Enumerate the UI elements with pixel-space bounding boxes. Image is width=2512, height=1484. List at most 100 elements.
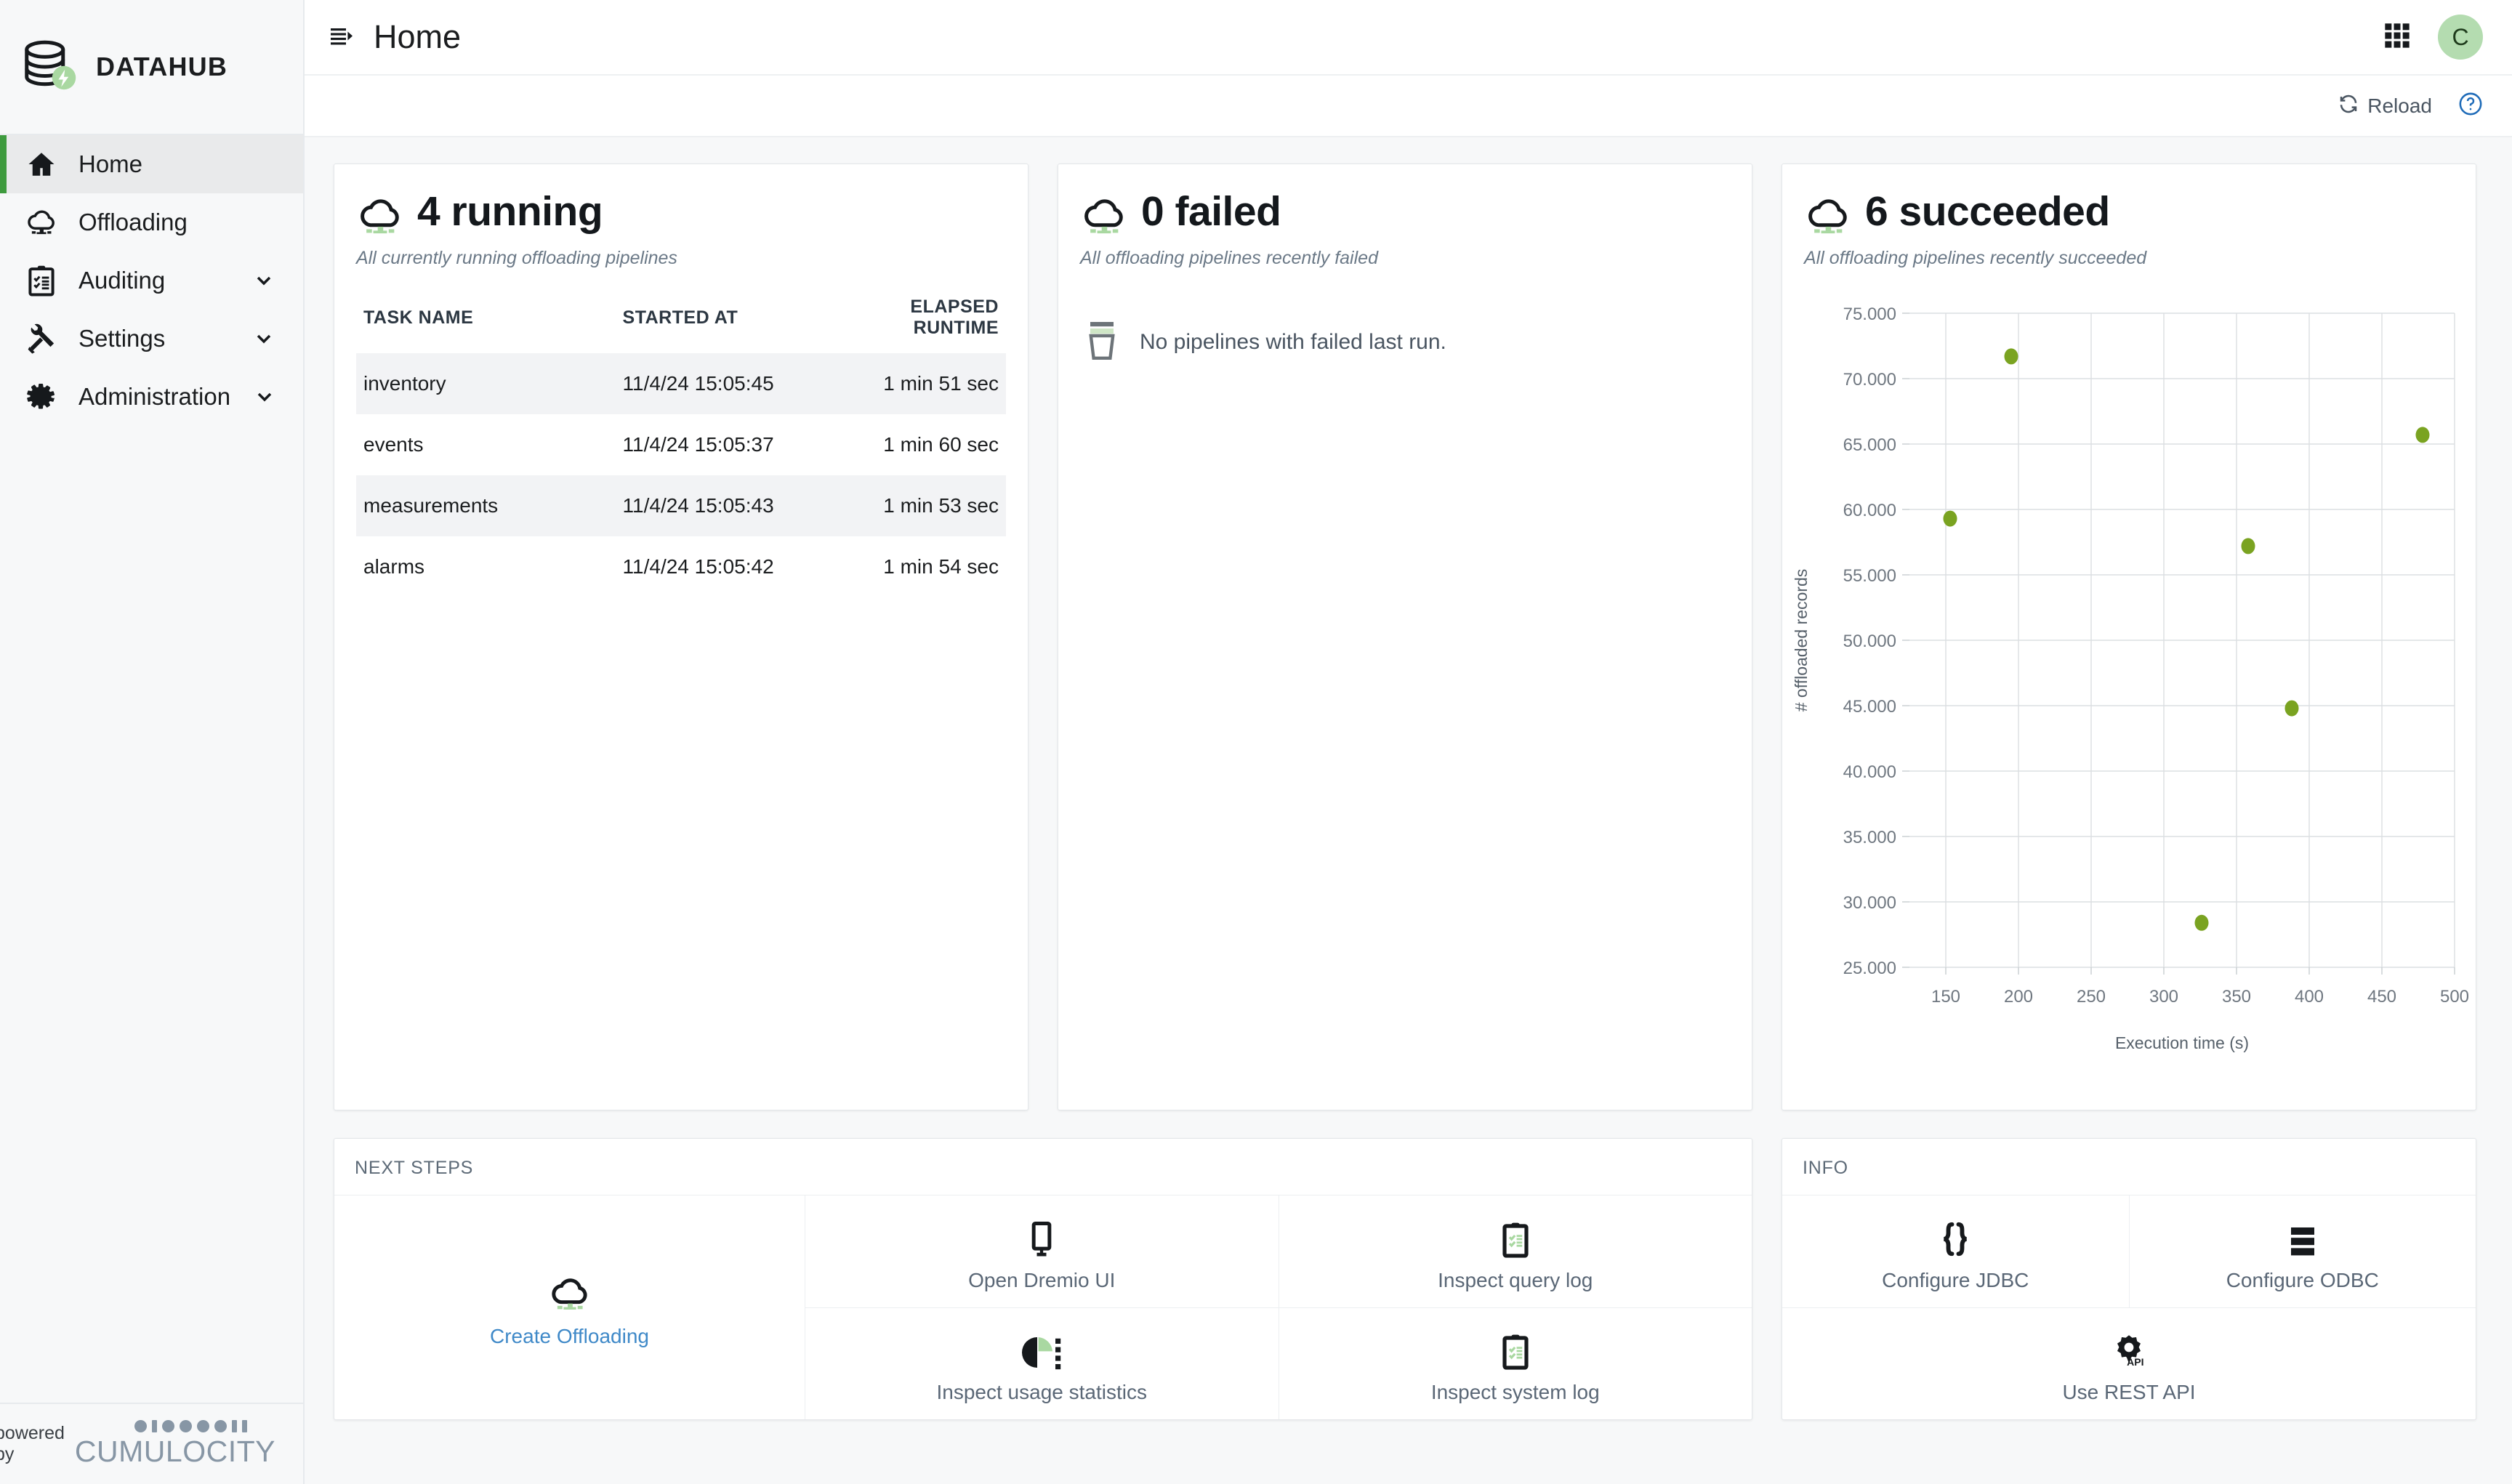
open-dremio-ui-tile[interactable]: Open Dremio UI (805, 1195, 1279, 1308)
tools-icon (25, 322, 58, 355)
running-subtitle: All currently running offloading pipelin… (356, 248, 1006, 269)
scatter-point[interactable] (2416, 427, 2430, 443)
y-axis-tick-label: 35.000 (1843, 828, 1896, 847)
succeeded-pipelines-card: 6 succeeded All offloading pipelines rec… (1782, 164, 2476, 1110)
failed-empty-text: No pipelines with failed last run. (1140, 330, 1446, 355)
chevron-down-icon[interactable] (249, 269, 278, 292)
clipboard-icon (25, 264, 58, 297)
api-gear-icon: API (2110, 1323, 2148, 1371)
braces-icon (1936, 1211, 1975, 1259)
elapsed-runtime-value: 1 min 51 sec (831, 353, 1006, 414)
stacked-bars-icon (2285, 1211, 2320, 1259)
scatter-point[interactable] (2285, 701, 2299, 717)
task-name-link[interactable]: events (356, 414, 623, 475)
sidebar-item-settings[interactable]: Settings (0, 310, 303, 368)
sidebar-item-label: Offloading (78, 209, 303, 236)
info-tiles-top-row: Configure JDBC Configure ODBC (1782, 1195, 2476, 1308)
gear-icon (25, 380, 58, 414)
running-pipelines-table: TASK NAME STARTED AT ELAPSED RUNTIME inv… (356, 297, 1006, 597)
column-header-started-at: STARTED AT (623, 297, 831, 353)
open-dremio-ui-label: Open Dremio UI (968, 1269, 1115, 1292)
svg-text:API: API (2127, 1356, 2143, 1368)
next-steps-column-1: Open Dremio UI (805, 1195, 1279, 1419)
use-rest-api-tile[interactable]: API Use REST API (1782, 1308, 2476, 1420)
chevron-down-icon[interactable] (251, 385, 278, 408)
info-tiles: Configure JDBC Configure ODBC (1782, 1195, 2476, 1419)
next-steps-panel: NEXT STEPS Create Offloading (334, 1138, 1752, 1420)
started-at-value: 11/4/24 15:05:43 (623, 475, 831, 536)
scatter-point[interactable] (2242, 538, 2255, 554)
x-axis-tick-label: 350 (2222, 987, 2251, 1007)
started-at-value: 11/4/24 15:05:45 (623, 353, 831, 414)
cumulocity-logo: CUMULOCITY (75, 1419, 275, 1469)
next-steps-tiles: Create Offloading Open Dremio UI (334, 1195, 1752, 1419)
avatar[interactable]: C (2438, 15, 2483, 60)
brand-name: DATAHUB (96, 52, 228, 82)
info-tiles-bottom-row: API Use REST API (1782, 1308, 2476, 1420)
next-steps-column-2: Inspect query log (1279, 1195, 1752, 1419)
collapse-sidebar-icon[interactable] (327, 23, 356, 52)
failed-empty-state: No pipelines with failed last run. (1058, 269, 1752, 364)
offloaded-records-scatter-chart: 25.00030.00035.00040.00045.00050.00055.0… (1782, 291, 2477, 1105)
task-name-link[interactable]: alarms (356, 536, 623, 597)
x-axis-tick-label: 450 (2367, 987, 2396, 1007)
sidebar-nav: Home Offloading (0, 135, 303, 426)
next-steps-label: NEXT STEPS (334, 1139, 1752, 1195)
x-axis-title: Execution time (s) (2115, 1033, 2249, 1052)
sidebar-item-offloading[interactable]: Offloading (0, 193, 303, 251)
running-table-wrapper: TASK NAME STARTED AT ELAPSED RUNTIME inv… (334, 269, 1028, 597)
succeeded-subtitle: All offloading pipelines recently succee… (1804, 248, 2454, 269)
table-row[interactable]: inventory 11/4/24 15:05:45 1 min 51 sec (356, 353, 1006, 414)
sidebar-item-auditing[interactable]: Auditing (0, 251, 303, 310)
action-bar: Reload (305, 76, 2512, 137)
table-row[interactable]: measurements 11/4/24 15:05:43 1 min 53 s… (356, 475, 1006, 536)
reload-label: Reload (2367, 94, 2432, 118)
help-circle-icon[interactable] (2458, 92, 2483, 120)
task-name-link[interactable]: measurements (356, 475, 623, 536)
y-axis-tick-label: 60.000 (1843, 501, 1896, 520)
clipboard-check-icon (1498, 1211, 1533, 1259)
configure-jdbc-label: Configure JDBC (1882, 1269, 2029, 1292)
pie-chart-icon (1021, 1323, 1062, 1371)
sidebar-item-home[interactable]: Home (0, 135, 303, 193)
elapsed-runtime-value: 1 min 54 sec (831, 536, 1006, 597)
create-offloading-tile[interactable]: Create Offloading (334, 1195, 805, 1419)
powered-by-footer: powered by CUMULOCITY (0, 1403, 303, 1484)
table-row[interactable]: events 11/4/24 15:05:37 1 min 60 sec (356, 414, 1006, 475)
y-axis-tick-label: 55.000 (1843, 566, 1896, 586)
scatter-point[interactable] (1944, 511, 1957, 527)
info-label: INFO (1782, 1139, 2476, 1195)
inspect-query-log-label: Inspect query log (1438, 1269, 1593, 1292)
configure-odbc-tile[interactable]: Configure ODBC (2130, 1195, 2476, 1307)
table-header-row: TASK NAME STARTED AT ELAPSED RUNTIME (356, 297, 1006, 353)
sidebar: DATAHUB Home Offloading (0, 0, 305, 1484)
reload-button[interactable]: Reload (2338, 93, 2432, 118)
powered-by-label: powered by (0, 1423, 65, 1465)
sidebar-item-label: Administration (78, 383, 230, 411)
cloud-offloading-icon (548, 1267, 592, 1315)
app-switcher-icon[interactable] (2383, 21, 2412, 54)
x-axis-tick-label: 500 (2440, 987, 2469, 1007)
task-name-link[interactable]: inventory (356, 353, 623, 414)
configure-jdbc-tile[interactable]: Configure JDBC (1782, 1195, 2130, 1307)
refresh-icon (2338, 93, 2359, 118)
cumulocity-dots-icon (134, 1419, 247, 1432)
cloud-offloading-icon (1080, 194, 1128, 242)
started-at-value: 11/4/24 15:05:42 (623, 536, 831, 597)
started-at-value: 11/4/24 15:05:37 (623, 414, 831, 475)
running-count-title: 4 running (417, 190, 603, 234)
sidebar-item-administration[interactable]: Administration (0, 368, 303, 426)
inspect-query-log-tile[interactable]: Inspect query log (1279, 1195, 1752, 1308)
column-header-task-name: TASK NAME (356, 297, 623, 353)
scatter-point[interactable] (2005, 348, 2018, 364)
chevron-down-icon[interactable] (249, 327, 278, 350)
cumulocity-wordmark: CUMULOCITY (75, 1435, 275, 1469)
inspect-system-log-tile[interactable]: Inspect system log (1279, 1308, 1752, 1420)
sidebar-item-label: Home (78, 150, 303, 178)
table-row[interactable]: alarms 11/4/24 15:05:42 1 min 54 sec (356, 536, 1006, 597)
scatter-point[interactable] (2195, 915, 2209, 931)
column-header-elapsed-runtime: ELAPSED RUNTIME (831, 297, 1006, 353)
inspect-usage-statistics-tile[interactable]: Inspect usage statistics (805, 1308, 1279, 1420)
failed-card-header: 0 failed All offloading pipelines recent… (1058, 164, 1752, 269)
brand-header[interactable]: DATAHUB (0, 0, 303, 135)
